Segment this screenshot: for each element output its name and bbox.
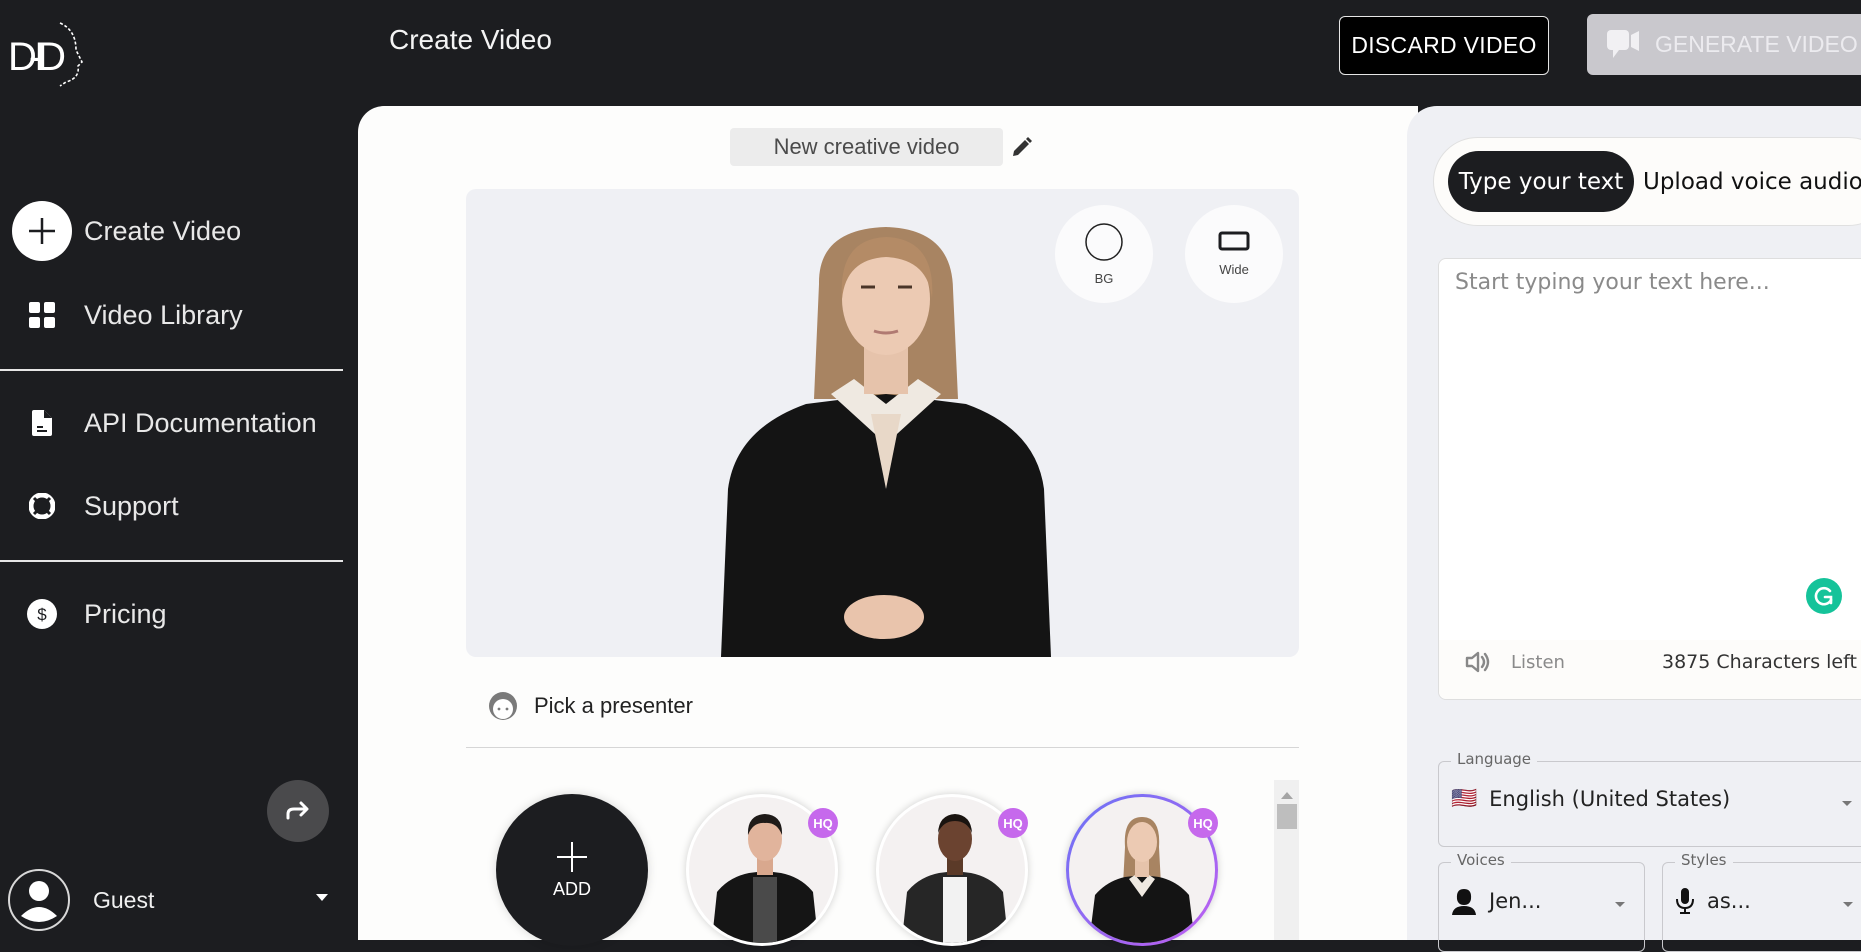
sidebar-divider — [0, 369, 343, 371]
listen-button[interactable]: Listen — [1465, 651, 1565, 673]
language-label: Language — [1451, 750, 1538, 768]
add-presenter-button[interactable]: ADD — [496, 794, 648, 946]
sidebar-item-label: Pricing — [84, 598, 167, 629]
page-title: Create Video — [389, 24, 552, 55]
voice-value: Jen... — [1489, 889, 1542, 913]
generate-video-label: GENERATE VIDEO — [1655, 31, 1858, 57]
avatar — [8, 869, 70, 931]
pick-presenter-header: Pick a presenter — [488, 688, 693, 724]
circle-icon — [1085, 223, 1123, 261]
styles-select[interactable]: Styles as... — [1662, 851, 1861, 952]
sidebar-divider — [0, 560, 343, 562]
chevron-down-icon — [1615, 902, 1625, 907]
pencil-icon[interactable] — [1010, 137, 1032, 159]
background-button[interactable]: BG — [1055, 205, 1153, 303]
share-arrow-icon — [286, 801, 309, 820]
video-camera-icon — [1607, 29, 1639, 58]
speaker-icon — [1465, 651, 1490, 673]
sidebar-item-create-video[interactable]: Create Video — [0, 201, 343, 261]
microphone-icon — [1676, 888, 1694, 914]
divider — [466, 747, 1299, 748]
generate-video-button[interactable]: GENERATE VIDEO — [1587, 14, 1861, 75]
document-icon — [0, 410, 84, 436]
user-icon — [21, 881, 57, 922]
chevron-down-icon — [1843, 902, 1853, 907]
script-input[interactable] — [1438, 258, 1861, 628]
sidebar-item-label: Support — [84, 490, 179, 521]
add-label: ADD — [552, 878, 591, 899]
share-button[interactable] — [267, 780, 329, 842]
characters-left-counter: 3875 Characters left — [1662, 651, 1857, 673]
svg-text:$: $ — [37, 605, 47, 624]
presenter-preview-image — [721, 227, 1051, 657]
sidebar-item-api-documentation[interactable]: API Documentation — [0, 395, 343, 451]
styles-label: Styles — [1675, 851, 1733, 869]
user-menu[interactable]: Guest — [8, 869, 328, 931]
video-title-input[interactable]: New creative video — [730, 128, 1003, 166]
sidebar-item-label: Create Video — [84, 215, 242, 246]
us-flag-icon: 🇺🇸 — [1451, 786, 1478, 810]
style-value: as... — [1707, 889, 1751, 913]
dollar-icon: $ — [0, 599, 84, 629]
sidebar-item-pricing[interactable]: $ Pricing — [0, 586, 343, 642]
hq-badge: HQ — [998, 808, 1028, 838]
discard-video-button[interactable]: DISCARD VIDEO — [1339, 16, 1549, 75]
hq-badge: HQ — [808, 808, 838, 838]
language-value: English (United States) — [1489, 786, 1731, 811]
tab-type-your-text[interactable]: Type your text — [1448, 151, 1634, 212]
person-icon — [1452, 889, 1476, 915]
pick-presenter-label: Pick a presenter — [534, 693, 693, 718]
wide-aspect-button[interactable]: Wide — [1185, 205, 1283, 303]
scroll-up-icon[interactable] — [1281, 792, 1293, 799]
chevron-down-icon — [1842, 801, 1852, 806]
rectangle-icon — [1218, 231, 1250, 251]
language-select[interactable]: Language 🇺🇸 English (United States) — [1438, 750, 1861, 847]
sidebar-item-label: Video Library — [84, 299, 243, 330]
d-id-logo[interactable]: D-ID — [8, 18, 90, 88]
user-name: Guest — [93, 886, 155, 913]
grid-icon — [0, 302, 84, 328]
presenter-list-scrollbar[interactable] — [1274, 780, 1299, 940]
lifebuoy-icon — [0, 493, 84, 519]
video-preview — [466, 189, 1299, 657]
grammarly-icon[interactable] — [1806, 578, 1842, 614]
sidebar-item-support[interactable]: Support — [0, 478, 343, 534]
sidebar-item-video-library[interactable]: Video Library — [0, 287, 343, 343]
logo-text: D-ID — [8, 35, 66, 79]
wide-label: Wide — [1219, 262, 1249, 277]
voices-label: Voices — [1451, 851, 1511, 869]
tab-upload-voice-audio[interactable]: Upload voice audio — [1643, 151, 1861, 212]
plus-icon — [12, 201, 72, 261]
bg-label: BG — [1094, 271, 1114, 286]
chevron-down-icon[interactable] — [316, 894, 328, 901]
hq-badge: HQ — [1188, 808, 1218, 838]
voices-select[interactable]: Voices Jen... — [1438, 851, 1645, 952]
face-icon — [489, 692, 517, 720]
scrollbar-thumb[interactable] — [1277, 804, 1297, 829]
listen-label: Listen — [1511, 651, 1565, 673]
sidebar-item-label: API Documentation — [84, 407, 317, 438]
plus-icon — [557, 841, 587, 872]
